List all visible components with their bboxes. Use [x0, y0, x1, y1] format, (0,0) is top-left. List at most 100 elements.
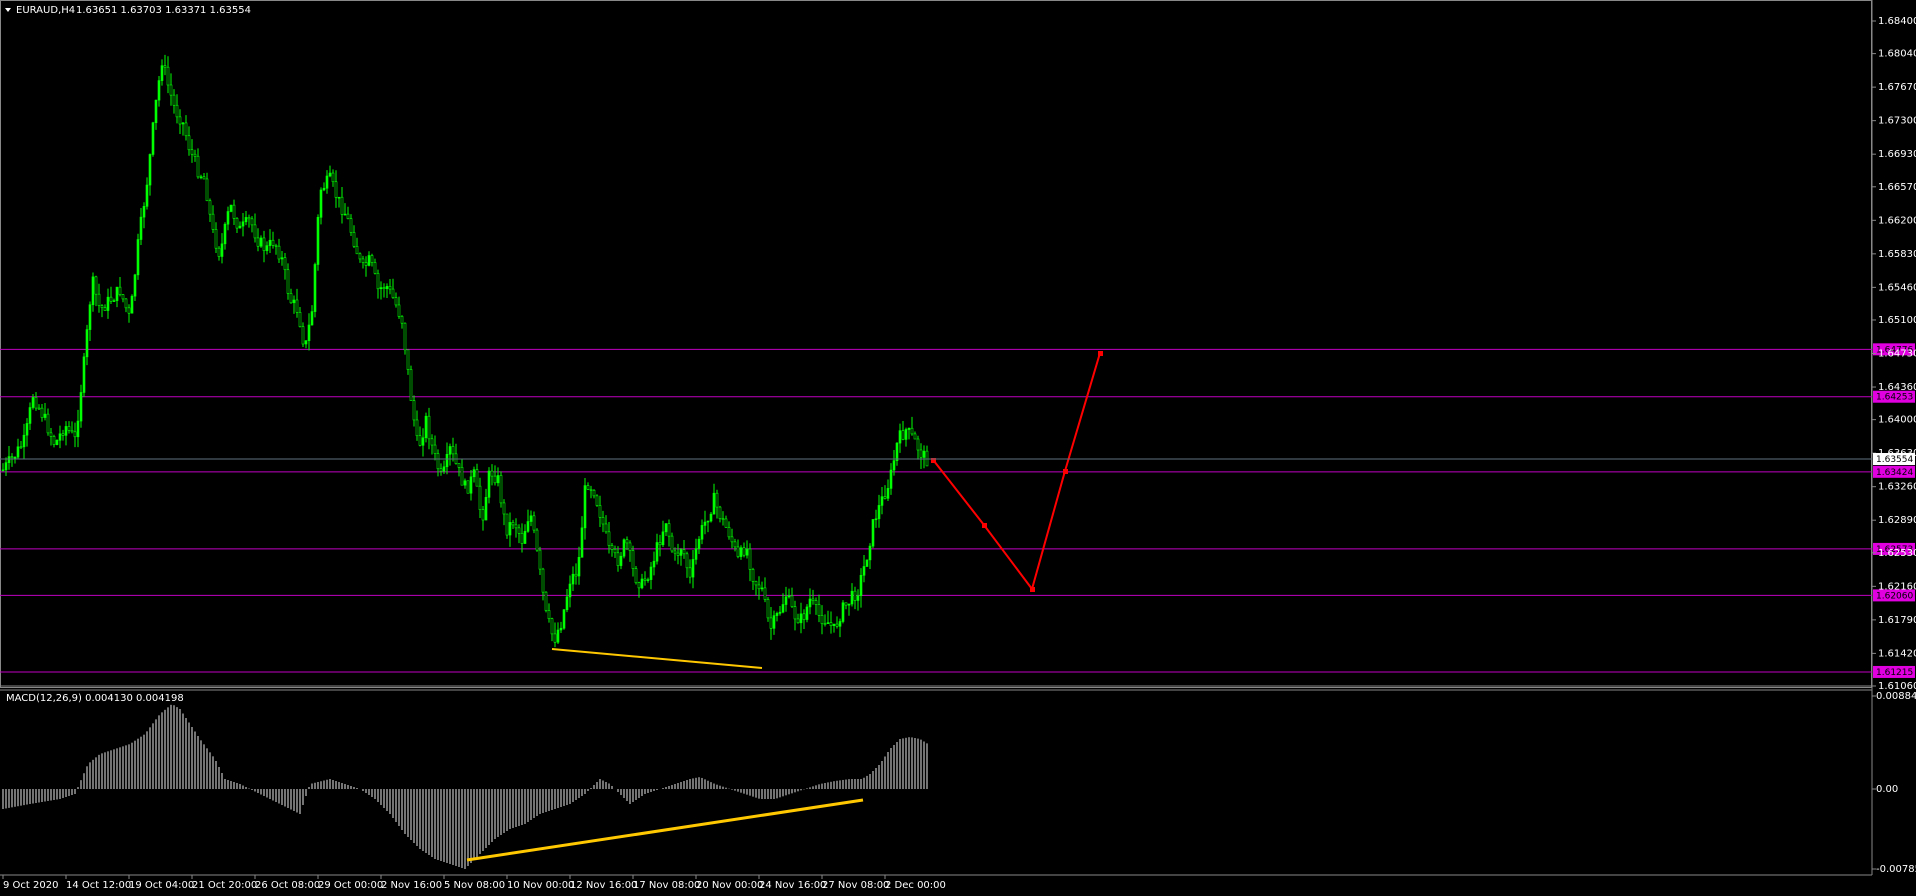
- candle-body: [778, 611, 782, 614]
- candle-body: [706, 520, 710, 523]
- candle-body: [262, 237, 266, 251]
- candle-body: [460, 467, 464, 486]
- candle-body: [535, 529, 539, 551]
- candle-body: [718, 506, 722, 519]
- candle-body: [469, 476, 473, 494]
- candle-body: [223, 223, 227, 245]
- candle-body: [673, 550, 677, 554]
- price-tick-label: 1.64360: [1878, 382, 1916, 393]
- candle-body: [226, 211, 230, 225]
- candle-body: [463, 480, 467, 486]
- horizontal-levels[interactable]: 1.647761.642531.634241.625731.620601.612…: [0, 343, 1915, 678]
- candle-body: [760, 587, 764, 590]
- candle-body: [103, 307, 107, 311]
- candle-body: [547, 610, 551, 620]
- candle-body: [253, 224, 257, 239]
- candle-body: [676, 552, 680, 556]
- price-tick-label: 1.65100: [1878, 315, 1916, 326]
- price-candles[interactable]: [1, 54, 929, 648]
- symbol-dropdown-icon[interactable]: [5, 8, 11, 12]
- candle-body: [43, 413, 47, 418]
- candle-body: [250, 218, 254, 226]
- time-tick-label: 10 Nov 00:00: [507, 880, 574, 891]
- main-chart-frame: [0, 0, 1872, 688]
- candle-body: [559, 627, 563, 631]
- price-tick-label: 1.64730: [1878, 349, 1916, 360]
- candle-body: [625, 539, 629, 544]
- candle-body: [784, 596, 788, 605]
- price-tick-label: 1.62890: [1878, 515, 1916, 526]
- candle-body: [331, 172, 335, 183]
- macd-divergence-line[interactable]: [466, 798, 864, 862]
- candle-body: [76, 420, 80, 438]
- candle-body: [526, 521, 530, 532]
- price-tick-label: 1.66570: [1878, 182, 1916, 193]
- price-projection-path[interactable]: [933, 352, 1101, 592]
- candle-body: [379, 287, 383, 290]
- candle-body: [265, 245, 269, 251]
- level-value: 1.62060: [1876, 591, 1913, 601]
- candle-body: [421, 437, 425, 446]
- candle-body: [826, 622, 830, 624]
- price-tick-label: 1.65830: [1878, 249, 1916, 260]
- ohlc-values: 1.63651 1.63703 1.63371 1.63554: [76, 5, 251, 16]
- candle-body: [514, 524, 518, 529]
- candle-body: [304, 340, 308, 345]
- price-tick-label: 1.66930: [1878, 149, 1916, 160]
- candle-body: [877, 505, 881, 520]
- candle-body: [466, 480, 470, 494]
- candle-body: [904, 429, 908, 440]
- candle-body: [310, 311, 314, 326]
- candle-body: [562, 609, 566, 629]
- candle-body: [565, 596, 569, 611]
- candle-body: [85, 329, 89, 358]
- candle-body: [664, 523, 668, 533]
- candle-body: [283, 257, 287, 271]
- candle-body: [910, 427, 914, 435]
- candle-body: [82, 356, 86, 393]
- candle-body: [691, 559, 695, 578]
- candle-body: [802, 613, 806, 620]
- price-tick-label: 1.68040: [1878, 49, 1916, 60]
- candle-body: [418, 435, 422, 446]
- candle-body: [193, 153, 197, 157]
- candle-body: [457, 463, 461, 468]
- candle-body: [52, 436, 56, 445]
- candle-body: [160, 65, 164, 81]
- candle-body: [703, 521, 707, 526]
- candle-body: [451, 446, 455, 455]
- candle-body: [172, 94, 176, 106]
- candle-body: [520, 533, 524, 544]
- candle-body: [727, 527, 731, 538]
- trading-chart[interactable]: 1.647761.642531.634241.625731.620601.612…: [0, 0, 1916, 896]
- candle-body: [604, 523, 608, 533]
- candle-body: [292, 299, 296, 304]
- candle-body: [517, 527, 521, 534]
- candle-body: [853, 590, 857, 601]
- candle-body: [607, 531, 611, 546]
- candle-body: [499, 475, 503, 504]
- candle-body: [70, 430, 74, 433]
- candle-body: [658, 542, 662, 546]
- candle-body: [880, 496, 884, 506]
- candle-body: [580, 527, 584, 558]
- candle-body: [865, 559, 869, 567]
- candle-body: [601, 517, 605, 525]
- candle-body: [424, 415, 428, 439]
- candle-body: [13, 456, 17, 459]
- candle-body: [619, 555, 623, 566]
- candle-body: [376, 273, 380, 290]
- candle-body: [748, 548, 752, 570]
- time-tick-label: 24 Nov 16:00: [759, 880, 826, 891]
- time-tick-label: 27 Nov 08:00: [822, 880, 889, 891]
- candle-body: [583, 485, 587, 529]
- price-tick-label: 1.64000: [1878, 415, 1916, 426]
- symbol-label: EURAUD,H4: [16, 5, 75, 16]
- price-divergence-line[interactable]: [551, 648, 763, 669]
- level-value: 1.61215: [1876, 668, 1913, 678]
- candle-body: [553, 633, 557, 643]
- candle-body: [556, 629, 560, 643]
- candle-body: [334, 181, 338, 198]
- candle-body: [886, 488, 890, 499]
- candle-body: [40, 407, 44, 418]
